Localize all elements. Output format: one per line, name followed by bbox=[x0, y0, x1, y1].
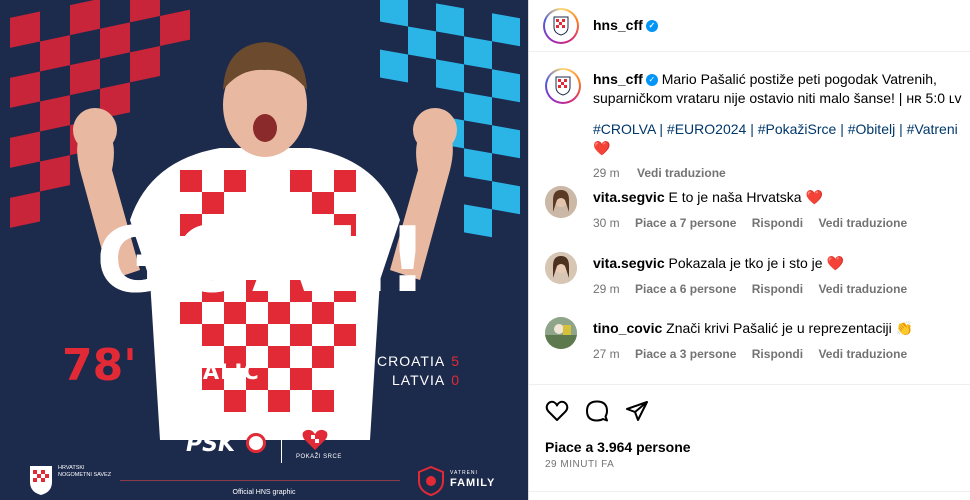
post-panel: hns_cff ✓ hns_cff ✓ Mario Pašalić postiže … bbox=[528, 0, 970, 500]
comment-text: Pokazala je tko je i sto je bbox=[668, 255, 823, 271]
comment-body: vita.segvic Pokazala je tko je i sto je … bbox=[593, 254, 963, 298]
hashtag-list[interactable]: #CROLVA | #EURO2024 | #PokažiSrce | #Obi… bbox=[593, 121, 958, 137]
verified-icon: ✓ bbox=[645, 20, 658, 33]
avatar[interactable] bbox=[545, 68, 581, 104]
avatar[interactable] bbox=[545, 252, 577, 284]
reply-button[interactable]: Rispondi bbox=[752, 347, 803, 361]
caption-username[interactable]: hns_cff bbox=[593, 71, 643, 87]
post-header: hns_cff ✓ bbox=[529, 0, 970, 52]
comment-meta: 30 m Piace a 7 persone Rispondi Vedi tra… bbox=[593, 214, 963, 232]
add-comment-bar bbox=[529, 491, 970, 500]
heart-checker-icon bbox=[302, 429, 328, 450]
avatar[interactable] bbox=[545, 186, 577, 218]
red-heart-emoji: ❤️ bbox=[805, 189, 823, 205]
team-score: 0 bbox=[451, 372, 460, 388]
hns-crest-icon bbox=[555, 76, 571, 96]
verified-icon: ✓ bbox=[645, 74, 658, 87]
username-text[interactable]: hns_cff bbox=[593, 17, 643, 33]
comment-icon[interactable] bbox=[585, 399, 609, 423]
heart-icon[interactable] bbox=[545, 399, 569, 423]
translate-link[interactable]: Vedi traduzione bbox=[818, 282, 907, 296]
comment-text: E to je naša Hrvatska bbox=[668, 189, 802, 205]
comment: vita.segvic E to je naša Hrvatska ❤️ 30 … bbox=[545, 186, 965, 230]
player-last-name: PAŠALIĆ bbox=[155, 360, 260, 384]
likes-count[interactable]: Piace a 3.964 persone bbox=[545, 439, 691, 455]
comment-likes[interactable]: Piace a 7 persone bbox=[635, 216, 736, 230]
football-icon bbox=[246, 433, 266, 453]
red-heart-emoji: ❤️ bbox=[593, 140, 611, 156]
comment: vita.segvic Pokazala je tko je i sto je … bbox=[545, 252, 965, 296]
post-time[interactable]: 29 m bbox=[593, 166, 620, 180]
goal-headline: GOAL! bbox=[96, 208, 433, 313]
red-heart-emoji: ❤️ bbox=[826, 255, 844, 271]
goal-minute: 78' bbox=[62, 340, 137, 391]
comment-body: vita.segvic E to je naša Hrvatska ❤️ 30 … bbox=[593, 188, 963, 232]
comment-text: Znači krivi Pašalić je u reprezentaciji bbox=[666, 320, 892, 336]
comment-likes[interactable]: Piace a 3 persone bbox=[635, 347, 736, 361]
reply-button[interactable]: Rispondi bbox=[752, 282, 803, 296]
post-actions: Piace a 3.964 persone 29 MINUTI FA bbox=[529, 384, 970, 500]
avatar[interactable] bbox=[545, 317, 577, 349]
share-icon[interactable] bbox=[625, 399, 649, 423]
caption-meta: 29 m Vedi traduzione bbox=[593, 164, 963, 183]
pokazi-srce-label: POKAŽI SRCE bbox=[296, 454, 342, 460]
shield-icon bbox=[418, 466, 444, 496]
comment-body: tino_covic Znači krivi Pašalić je u repr… bbox=[593, 319, 963, 363]
post-username[interactable]: hns_cff ✓ bbox=[593, 17, 658, 33]
federation-name: HRVATSKI NOGOMETNI SAVEZ bbox=[58, 465, 112, 478]
comment-meta: 29 m Piace a 6 persone Rispondi Vedi tra… bbox=[593, 280, 963, 298]
comment-meta: 27 m Piace a 3 persone Rispondi Vedi tra… bbox=[593, 345, 963, 363]
avatar[interactable] bbox=[543, 8, 579, 44]
caption-body: hns_cff ✓ Mario Pašalić postiže peti pogo… bbox=[593, 70, 963, 183]
comment-likes[interactable]: Piace a 6 persone bbox=[635, 282, 736, 296]
comment-username[interactable]: vita.segvic bbox=[593, 255, 665, 271]
hashtags[interactable]: #CROLVA | #EURO2024 | #PokažiSrce | #Obi… bbox=[593, 120, 963, 158]
team-name: LATVIA bbox=[392, 372, 446, 388]
goal-graphic: GOAL! 78' MARIO PAŠALIĆ CROATIA 5 LATVIA 0… bbox=[0, 0, 528, 500]
comment: tino_covic Znači krivi Pašalić je u repr… bbox=[545, 317, 965, 361]
score-row-home: CROATIA 5 bbox=[377, 353, 460, 369]
score-row-away: LATVIA 0 bbox=[392, 372, 460, 388]
translate-link[interactable]: Vedi traduzione bbox=[818, 216, 907, 230]
comment-username[interactable]: tino_covic bbox=[593, 320, 662, 336]
comment-time[interactable]: 27 m bbox=[593, 347, 620, 361]
family-label: FAMILY bbox=[450, 477, 496, 489]
divider bbox=[120, 480, 400, 481]
comment-username[interactable]: vita.segvic bbox=[593, 189, 665, 205]
divider bbox=[281, 425, 282, 463]
team-name: CROATIA bbox=[377, 353, 446, 369]
player-first-name: MARIO bbox=[155, 344, 204, 359]
clapping-emoji: 👏 bbox=[895, 320, 914, 336]
translate-link[interactable]: Vedi traduzione bbox=[818, 347, 907, 361]
comment-time[interactable]: 29 m bbox=[593, 282, 620, 296]
family-small-label: VATRENI bbox=[450, 470, 478, 476]
reply-button[interactable]: Rispondi bbox=[752, 216, 803, 230]
hns-crest-icon bbox=[553, 16, 569, 36]
team-score: 5 bbox=[451, 353, 460, 369]
official-graphic-label: Official HNS graphic bbox=[232, 489, 296, 496]
comment-time[interactable]: 30 m bbox=[593, 216, 620, 230]
psk-logo: PSK bbox=[186, 432, 236, 457]
translate-link[interactable]: Vedi traduzione bbox=[637, 166, 726, 180]
posted-ago: 29 MINUTI FA bbox=[545, 459, 615, 470]
